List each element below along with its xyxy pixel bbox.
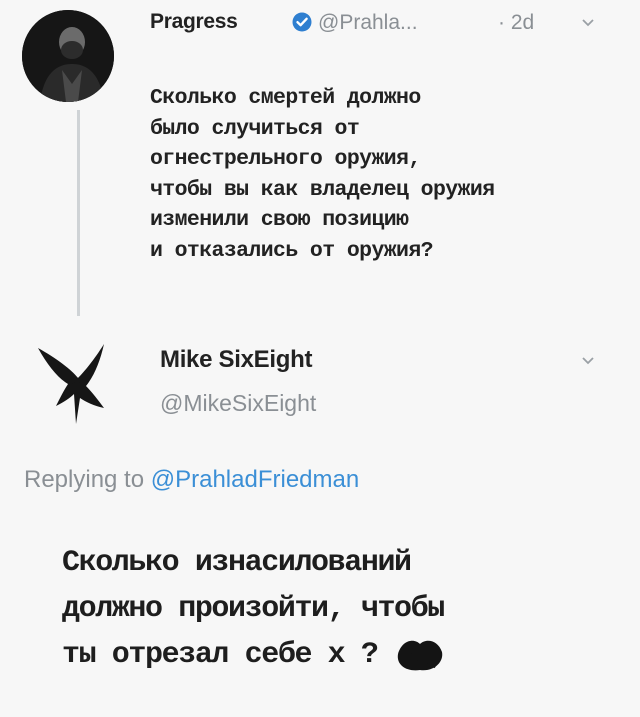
handle[interactable]: @Prahla... bbox=[318, 11, 418, 35]
timestamp[interactable]: · 2d bbox=[498, 11, 534, 35]
avatar-pragress[interactable] bbox=[22, 10, 114, 102]
display-name[interactable]: Pragress bbox=[150, 10, 238, 34]
verified-badge-icon bbox=[292, 12, 312, 32]
handle[interactable]: @MikeSixEight bbox=[160, 390, 316, 417]
replying-to-label: Replying to bbox=[24, 466, 151, 493]
display-name[interactable]: Mike SixEight bbox=[160, 346, 312, 374]
censor-scribble-icon bbox=[394, 636, 446, 674]
tweet-text: Сколько изнасилований должно произойти, … bbox=[62, 546, 445, 672]
reply-mention-link[interactable]: @PrahladFriedman bbox=[151, 466, 359, 493]
avatar-person-icon bbox=[22, 10, 114, 102]
tweet-text: Сколько смертей должно было случиться от… bbox=[150, 86, 495, 263]
thread-connector-line bbox=[77, 110, 80, 316]
replying-to: Replying to @PrahladFriedman bbox=[24, 466, 359, 494]
avatar-mike-sixeight[interactable] bbox=[34, 340, 118, 430]
bird-silhouette-icon bbox=[38, 344, 104, 424]
chevron-down-icon[interactable] bbox=[580, 352, 596, 368]
timestamp-value: 2d bbox=[510, 11, 535, 34]
chevron-down-icon[interactable] bbox=[580, 14, 596, 30]
